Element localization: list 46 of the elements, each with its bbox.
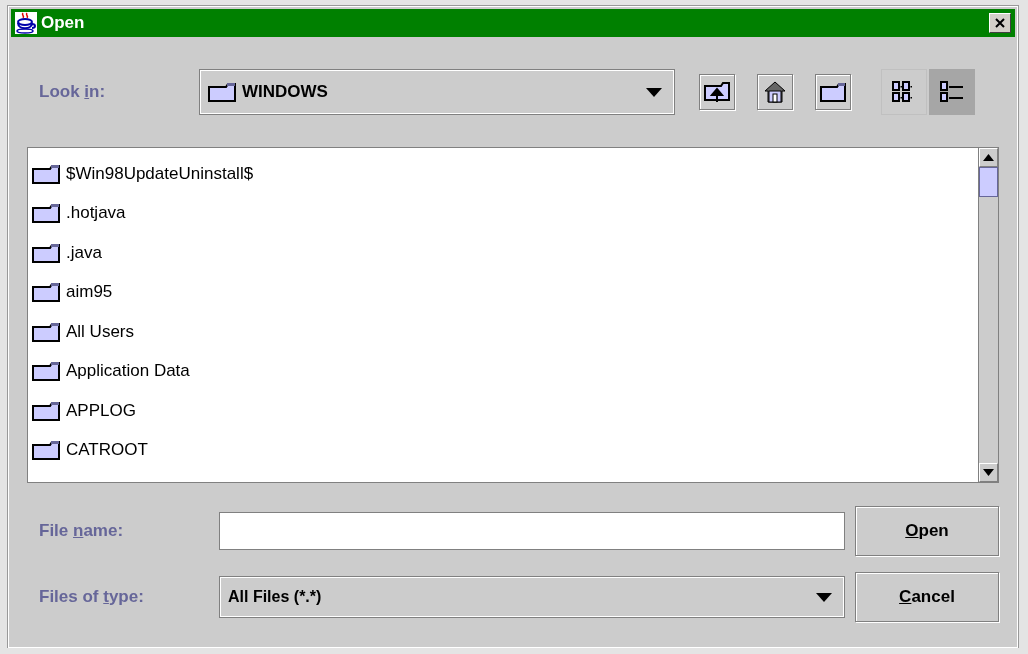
folder-icon <box>32 203 60 224</box>
file-type-label: Files of type: <box>39 587 145 607</box>
coffee-cup-icon <box>15 12 37 34</box>
file-list-item[interactable]: All Users <box>28 312 978 352</box>
folder-icon <box>32 163 60 184</box>
folder-icon <box>820 82 846 102</box>
file-list-item[interactable]: aim95 <box>28 272 978 312</box>
up-arrow-icon <box>983 154 994 161</box>
folder-icon <box>32 242 60 263</box>
folder-icon <box>32 321 60 342</box>
scroll-thumb[interactable] <box>979 167 998 197</box>
file-list-item[interactable]: .java <box>28 233 978 273</box>
open-button[interactable]: Open <box>855 506 999 556</box>
new-folder-button[interactable] <box>815 74 851 110</box>
list-view-button[interactable] <box>881 69 927 115</box>
details-view-button[interactable] <box>929 69 975 115</box>
vertical-scrollbar[interactable] <box>978 148 998 482</box>
look-in-dropdown[interactable]: WINDOWS <box>199 69 675 115</box>
folder-icon <box>32 400 60 421</box>
scroll-up-button[interactable] <box>979 148 998 167</box>
down-arrow-icon <box>983 469 994 476</box>
file-name-field[interactable] <box>219 512 845 550</box>
file-list-item[interactable]: Application Data <box>28 351 978 391</box>
up-button[interactable] <box>699 74 735 110</box>
folder-icon <box>208 82 236 102</box>
caret-icon <box>646 87 662 97</box>
file-list-item[interactable]: $Win98UpdateUninstall$ <box>28 154 978 194</box>
file-list-item[interactable]: .hotjava <box>28 193 978 233</box>
look-in-label: Look in: <box>39 82 107 102</box>
close-button[interactable] <box>989 13 1011 33</box>
folder-up-icon <box>704 81 730 103</box>
home-button[interactable] <box>757 74 793 110</box>
folder-icon <box>32 361 60 382</box>
folder-icon <box>32 282 60 303</box>
caret-icon <box>816 592 832 602</box>
home-icon <box>763 80 787 104</box>
scroll-down-button[interactable] <box>979 463 998 482</box>
cancel-button[interactable]: Cancel <box>855 572 999 622</box>
file-list-item[interactable]: APPLOG <box>28 391 978 431</box>
file-name-label: File name: <box>39 521 125 541</box>
window-title: Open <box>41 13 86 33</box>
file-list-item[interactable]: CATROOT <box>28 430 978 470</box>
folder-icon <box>32 440 60 461</box>
close-icon <box>995 18 1005 28</box>
details-view-icon <box>940 81 964 103</box>
file-type-dropdown[interactable]: All Files (*.*) <box>219 576 845 618</box>
